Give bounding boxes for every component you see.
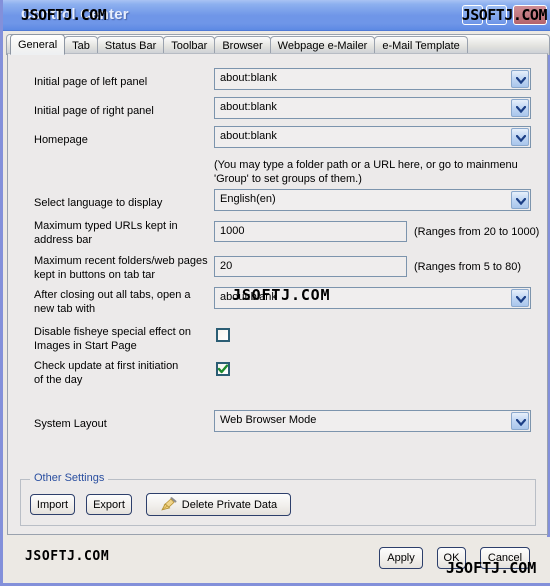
- apply-button[interactable]: Apply: [379, 547, 423, 569]
- max-urls-input[interactable]: 1000: [214, 221, 407, 242]
- check-update-checkbox[interactable]: [216, 362, 230, 376]
- language-value: English(en): [220, 193, 276, 205]
- label-disable-fisheye-line2: Images in Start Page: [34, 340, 137, 352]
- max-recent-range-hint: (Ranges from 5 to 80): [414, 261, 521, 273]
- label-system-layout: System Layout: [34, 418, 107, 430]
- chevron-down-icon[interactable]: [511, 70, 529, 88]
- label-select-language: Select language to display: [34, 197, 163, 209]
- label-disable-fisheye-line1: Disable fisheye special effect on: [34, 326, 191, 338]
- label-new-tab-line2: new tab with: [34, 303, 96, 315]
- label-check-update-line2: of the day: [34, 374, 83, 386]
- max-recent-value: 20: [220, 260, 233, 272]
- apply-button-label: Apply: [387, 552, 415, 564]
- chevron-down-icon[interactable]: [511, 128, 529, 146]
- chevron-down-icon[interactable]: [511, 412, 529, 430]
- tab-strip: General Tab Status Bar Toolbar Browser W…: [6, 31, 550, 55]
- tab-general[interactable]: General: [10, 34, 66, 55]
- system-layout-value: Web Browser Mode: [220, 414, 317, 426]
- checkmark-icon: [218, 364, 228, 374]
- broom-icon: [160, 497, 177, 512]
- export-button-label: Export: [93, 498, 125, 511]
- initial-page-right-value: about:blank: [220, 101, 277, 113]
- delete-private-data-label: Delete Private Data: [181, 498, 278, 511]
- max-urls-value: 1000: [220, 225, 245, 237]
- homepage-hint-line1: (You may type a folder path or a URL her…: [214, 159, 518, 171]
- label-max-urls-line1: Maximum typed URLs kept in: [34, 220, 178, 232]
- label-max-recent-line1: Maximum recent folders/web pages: [34, 255, 208, 267]
- maximize-button[interactable]: [486, 5, 507, 25]
- tab-list: General Tab Status Bar Toolbar Browser W…: [10, 34, 468, 55]
- language-combobox[interactable]: English(en): [214, 189, 531, 211]
- label-max-urls-line2: address bar: [34, 234, 93, 246]
- new-tab-value: about:blank: [220, 291, 277, 303]
- label-check-update-line1: Check update at first initiation: [34, 360, 179, 372]
- homepage-hint-line2: 'Group' to set groups of them.): [214, 173, 362, 185]
- control-center-window: Control Center JSOFTJ.COM JSOFTJ.COM Gen…: [0, 0, 550, 586]
- general-settings-pane: Initial page of left panel about:blank I…: [7, 53, 548, 535]
- max-urls-range-hint: (Ranges from 20 to 1000): [414, 226, 540, 238]
- import-button-label: Import: [36, 498, 69, 511]
- cancel-button-label: Cancel: [487, 552, 523, 564]
- homepage-value: about:blank: [220, 130, 277, 142]
- chevron-down-icon[interactable]: [511, 99, 529, 117]
- label-homepage: Homepage: [34, 134, 88, 146]
- title-bar: Control Center JSOFTJ.COM JSOFTJ.COM: [3, 0, 550, 31]
- label-initial-page-left: Initial page of left panel: [34, 76, 148, 88]
- cancel-button[interactable]: Cancel: [480, 547, 530, 569]
- max-recent-input[interactable]: 20: [214, 256, 407, 277]
- new-tab-combobox[interactable]: about:blank: [214, 287, 531, 309]
- ok-button-label: OK: [443, 552, 460, 564]
- initial-page-left-value: about:blank: [220, 72, 277, 84]
- system-layout-combobox[interactable]: Web Browser Mode: [214, 410, 531, 432]
- disable-fisheye-checkbox[interactable]: [216, 328, 230, 342]
- export-button[interactable]: Export: [86, 494, 132, 515]
- label-new-tab-line1: After closing out all tabs, open a: [34, 289, 191, 301]
- close-button[interactable]: [513, 5, 547, 25]
- initial-page-left-combobox[interactable]: about:blank: [214, 68, 531, 90]
- dialog-footer: Apply OK Cancel JSOFTJ.COM JSOFTJ.COM: [6, 537, 550, 583]
- chevron-down-icon[interactable]: [511, 191, 529, 209]
- chevron-down-icon[interactable]: [511, 289, 529, 307]
- delete-private-data-button[interactable]: Delete Private Data: [146, 493, 291, 516]
- watermark-bottom-left: JSOFTJ.COM: [25, 549, 110, 564]
- import-button[interactable]: Import: [30, 494, 75, 515]
- homepage-combobox[interactable]: about:blank: [214, 126, 531, 148]
- minimize-button[interactable]: [462, 5, 483, 25]
- ok-button[interactable]: OK: [437, 547, 466, 569]
- label-initial-page-right: Initial page of right panel: [34, 105, 154, 117]
- window-title: Control Center: [21, 6, 129, 23]
- initial-page-right-combobox[interactable]: about:blank: [214, 97, 531, 119]
- other-settings-title: Other Settings: [30, 472, 109, 484]
- label-max-recent-line2: kept in buttons on tab tar: [34, 269, 156, 281]
